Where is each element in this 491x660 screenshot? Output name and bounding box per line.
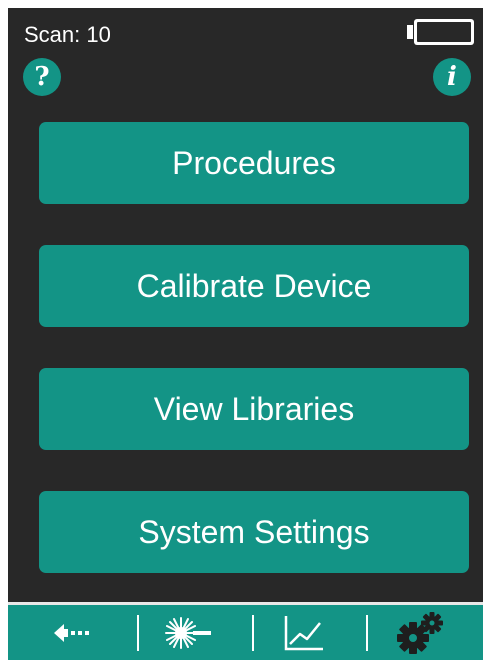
view-libraries-button[interactable]: View Libraries xyxy=(39,368,469,450)
info-icon: i xyxy=(447,62,457,92)
help-button[interactable]: ? xyxy=(23,58,61,96)
results-tab[interactable] xyxy=(248,605,360,660)
system-settings-button[interactable]: System Settings xyxy=(39,491,469,573)
scan-tab[interactable] xyxy=(132,605,244,660)
laser-scan-icon xyxy=(165,616,211,649)
nav-divider xyxy=(137,615,139,651)
scan-count: Scan: 10 xyxy=(24,22,111,47)
back-tab[interactable] xyxy=(18,605,130,660)
gears-icon xyxy=(397,611,443,654)
help-icon: ? xyxy=(34,62,50,92)
device-screen: Scan: 10 ? i Procedures Calibrate Device… xyxy=(8,8,483,660)
back-arrow-icon xyxy=(54,623,89,642)
settings-tab[interactable] xyxy=(363,605,475,660)
nav-divider xyxy=(252,615,254,651)
bottom-nav-bar xyxy=(8,602,483,660)
procedures-button[interactable]: Procedures xyxy=(39,122,469,204)
battery-icon xyxy=(407,19,474,45)
calibrate-device-button[interactable]: Calibrate Device xyxy=(39,245,469,327)
info-button[interactable]: i xyxy=(433,58,471,96)
nav-divider xyxy=(366,615,368,651)
chart-line-icon xyxy=(284,615,323,650)
